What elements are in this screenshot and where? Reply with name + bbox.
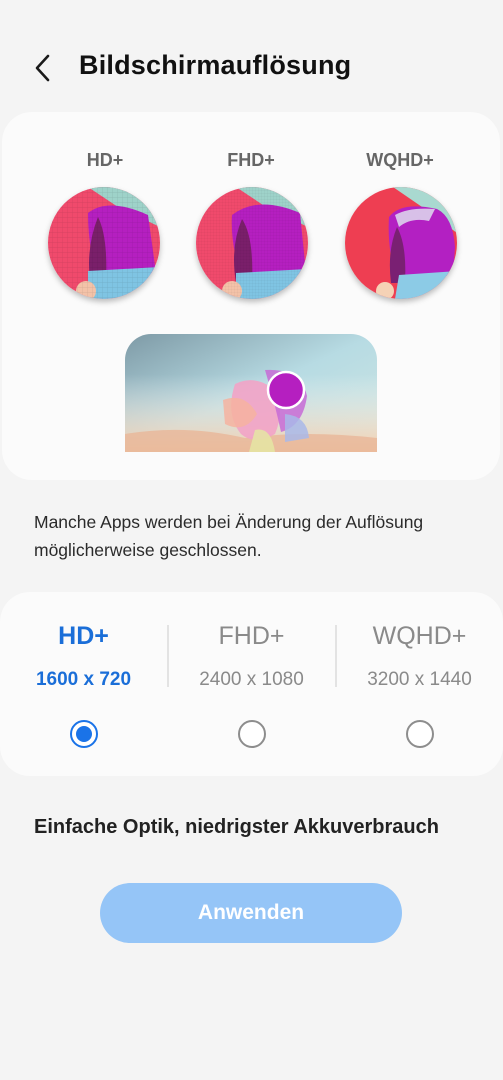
option-wqhd-radio[interactable]	[405, 720, 434, 748]
option-hd[interactable]: HD+ 1600 x 720	[0, 592, 167, 776]
page-title: Bildschirmauflösung	[79, 50, 352, 80]
preview-label-fhd: FHD+	[227, 150, 275, 170]
option-hd-resolution: 1600 x 720	[35, 669, 132, 690]
option-wqhd[interactable]: WQHD+ 3200 x 1440	[336, 592, 503, 776]
chevron-left-icon	[35, 54, 50, 82]
option-fhd[interactable]: FHD+ 2400 x 1080	[168, 592, 335, 776]
resolution-preview-card: HD+ FHD+ WQHD+	[2, 112, 500, 480]
preview-label-hd: HD+	[86, 150, 124, 170]
back-button[interactable]	[28, 50, 60, 86]
option-fhd-name: FHD+	[218, 622, 285, 650]
option-fhd-radio[interactable]	[237, 720, 266, 748]
selected-option-description: Einfache Optik, niedrigster Akkuverbrauc…	[34, 816, 439, 838]
option-hd-radio[interactable]	[69, 720, 98, 748]
preview-wallpaper-image	[125, 334, 377, 452]
option-fhd-resolution: 2400 x 1080	[199, 669, 304, 690]
apply-button[interactable]: Anwenden	[100, 883, 402, 943]
app-close-note: Manche Apps werden bei Änderung der Aufl…	[34, 512, 424, 560]
option-wqhd-name: WQHD+	[372, 622, 467, 650]
preview-zoom-wqhd	[345, 187, 457, 299]
option-wqhd-resolution: 3200 x 1440	[367, 669, 472, 690]
preview-zoom-hd	[48, 187, 160, 299]
preview-zoom-fhd	[196, 187, 308, 299]
option-hd-name: HD+	[58, 622, 109, 650]
app-bar: Bildschirmauflösung	[0, 36, 503, 100]
preview-label-wqhd: WQHD+	[366, 150, 434, 170]
resolution-options: HD+ 1600 x 720 FHD+ 2400 x 1080 WQHD+ 32…	[0, 592, 503, 776]
